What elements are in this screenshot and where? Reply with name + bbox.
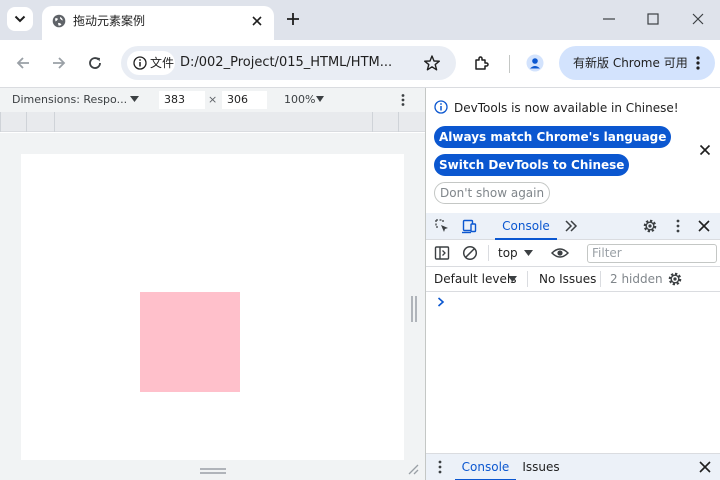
language-infobar: DevTools is now available in Chinese! Al… — [426, 88, 720, 213]
default-levels-select[interactable]: Default levels — [434, 272, 516, 286]
divider — [600, 271, 601, 287]
filter-input[interactable]: Filter — [587, 244, 717, 263]
ruler-segment[interactable] — [26, 112, 54, 132]
more-icon[interactable] — [397, 93, 409, 107]
update-chrome-button[interactable]: 有新版 Chrome 可用 — [559, 46, 715, 80]
close-icon[interactable] — [696, 218, 712, 234]
address-bar[interactable]: 文件 D:/002_Project/015_HTML/HTM... — [121, 46, 456, 80]
console-prompt-icon[interactable] — [436, 296, 446, 308]
infobar-message: DevTools is now available in Chinese! — [454, 101, 679, 115]
dimensions-select[interactable]: Dimensions: Respo... — [12, 93, 127, 107]
switch-language-button[interactable]: Switch DevTools to Chinese — [434, 154, 630, 176]
draggable-box[interactable] — [140, 292, 240, 392]
dont-show-again-button[interactable]: Don't show again — [434, 182, 551, 204]
tab-console[interactable]: Console — [495, 213, 557, 240]
sidebar-icon[interactable] — [434, 245, 450, 261]
ruler-segment[interactable] — [0, 112, 26, 132]
chevron-down-icon — [14, 15, 26, 23]
drawer-tab-issues[interactable]: Issues — [518, 454, 564, 480]
hidden-count: 2 hidden — [610, 272, 663, 286]
gear-icon[interactable] — [667, 271, 683, 287]
tab-search-button[interactable] — [7, 7, 33, 31]
more-icon[interactable] — [689, 54, 707, 72]
times-sign: × — [208, 93, 218, 106]
page-viewport — [21, 154, 404, 460]
close-icon[interactable] — [699, 144, 711, 156]
more-icon[interactable] — [670, 218, 686, 234]
tab-title: 拖动元素案例 — [73, 14, 146, 28]
chevron-double-icon[interactable] — [563, 218, 579, 234]
device-icon[interactable] — [461, 218, 477, 234]
back-icon[interactable] — [14, 54, 32, 72]
divider — [488, 245, 489, 261]
drawer-tab-console[interactable]: Console — [455, 454, 516, 480]
height-input[interactable]: 306 — [222, 91, 267, 109]
width-input[interactable]: 383 — [159, 91, 205, 109]
context-select[interactable]: top — [498, 246, 518, 260]
caret-down-icon[interactable] — [524, 250, 533, 257]
resize-handle-bottom[interactable] — [200, 468, 226, 474]
reload-icon[interactable] — [86, 54, 104, 72]
url-text[interactable]: D:/002_Project/015_HTML/HTM... — [180, 54, 392, 71]
star-icon[interactable] — [423, 54, 441, 72]
profile-icon[interactable] — [526, 54, 544, 72]
extensions-icon[interactable] — [473, 54, 491, 72]
clear-icon[interactable] — [462, 245, 478, 261]
devtools-tabbar: Console — [426, 213, 720, 240]
inspect-icon[interactable] — [434, 218, 450, 234]
issues-count[interactable]: No Issues — [539, 272, 596, 286]
more-icon[interactable] — [434, 459, 446, 475]
browser-toolbar: 文件 D:/002_Project/015_HTML/HTM... 有新版 Ch… — [0, 40, 720, 88]
close-icon[interactable] — [698, 460, 712, 474]
caret-down-icon[interactable] — [508, 276, 517, 283]
devtools-panel: DevTools is now available in Chinese! Al… — [425, 88, 720, 480]
caret-down-icon[interactable] — [316, 96, 324, 103]
devtools-drawer: Console Issues — [426, 453, 720, 480]
device-toolbar: Dimensions: Respo... 383 × 306 100% — [0, 88, 425, 112]
emulated-viewport-area — [0, 133, 425, 480]
toolbar-divider — [509, 55, 510, 73]
divider — [527, 271, 528, 287]
update-label: 有新版 Chrome 可用 — [573, 56, 688, 70]
forward-icon[interactable] — [50, 54, 68, 72]
info-icon — [434, 100, 448, 114]
file-chip-label: 文件 — [150, 56, 175, 70]
console-levels-bar: Default levels No Issues 2 hidden — [426, 267, 720, 292]
ruler-segment[interactable] — [54, 112, 372, 132]
globe-icon — [52, 14, 66, 28]
console-toolbar: top Filter — [426, 240, 720, 267]
resize-handle-corner[interactable] — [407, 463, 419, 475]
close-icon[interactable] — [250, 14, 264, 28]
info-icon — [133, 56, 147, 70]
eye-icon[interactable] — [551, 245, 569, 261]
caret-down-icon[interactable] — [130, 96, 139, 103]
tab-strip: 拖动元素案例 — [0, 0, 720, 40]
resize-handle-right[interactable] — [411, 296, 417, 322]
plus-icon[interactable] — [284, 10, 302, 28]
ruler-segment[interactable] — [372, 112, 398, 132]
media-query-ruler — [0, 112, 425, 132]
maximize-icon[interactable] — [645, 11, 661, 27]
ruler-segment[interactable] — [398, 112, 425, 132]
site-info-chip[interactable]: 文件 — [127, 51, 175, 75]
zoom-select[interactable]: 100% — [284, 93, 315, 107]
minimize-icon[interactable] — [601, 11, 617, 27]
gear-icon[interactable] — [642, 218, 658, 234]
window-close-icon[interactable] — [690, 11, 706, 27]
always-match-button[interactable]: Always match Chrome's language — [434, 126, 672, 148]
active-tab[interactable]: 拖动元素案例 — [42, 6, 274, 40]
